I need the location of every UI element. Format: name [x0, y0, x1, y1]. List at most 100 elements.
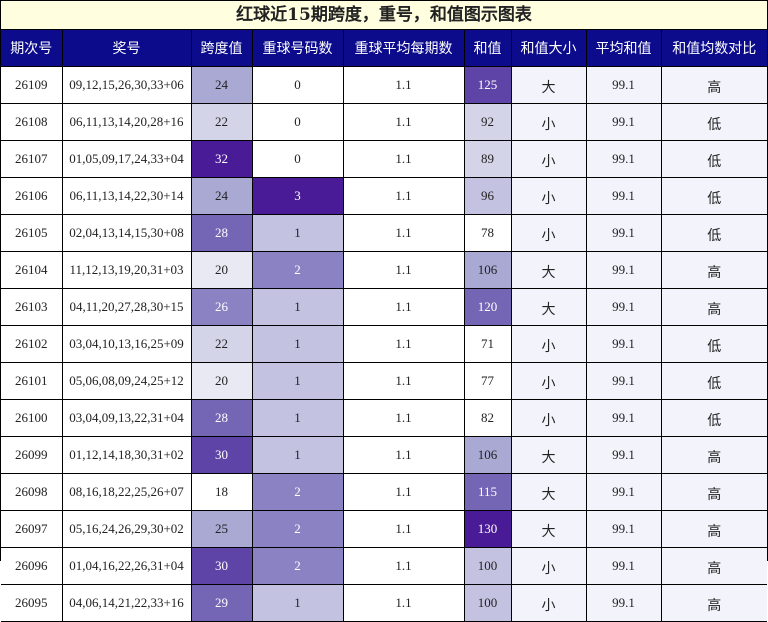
sum-cell: 89 — [463, 140, 512, 178]
period-cell: 26103 — [1, 288, 63, 326]
sum-size-cell: 小 — [510, 214, 587, 252]
span-cell: 28 — [190, 214, 253, 252]
repeat-avg-cell: 1.1 — [342, 547, 465, 585]
avg-sum-cell: 99.1 — [585, 584, 662, 622]
chart-title: 红球近15期跨度，重号，和值图示图表 — [1, 1, 767, 30]
numbers-cell: 02,04,13,14,15,30+08 — [61, 214, 192, 252]
compare-cell: 高 — [660, 547, 767, 585]
sum-size-cell: 小 — [510, 140, 587, 178]
sum-cell: 125 — [463, 66, 512, 104]
sum-cell: 71 — [463, 325, 512, 363]
repeat-cell: 1 — [251, 584, 344, 622]
numbers-cell: 04,11,20,27,28,30+15 — [61, 288, 192, 326]
repeat-cell: 0 — [251, 66, 344, 104]
repeat-avg-cell: 1.1 — [342, 288, 465, 326]
avg-sum-cell: 99.1 — [585, 214, 662, 252]
avg-sum-cell: 99.1 — [585, 510, 662, 548]
table-row: 26096 01,04,16,22,26,31+04 30 2 1.1 100 小 99.1 高 — [1, 547, 767, 585]
avg-sum-cell: 99.1 — [585, 547, 662, 585]
avg-sum-cell: 99.1 — [585, 66, 662, 104]
period-cell: 26107 — [1, 140, 63, 178]
avg-sum-cell: 99.1 — [585, 103, 662, 141]
span-cell: 20 — [190, 251, 253, 289]
period-cell: 26099 — [1, 436, 63, 474]
sum-cell: 100 — [463, 547, 512, 585]
repeat-avg-cell: 1.1 — [342, 214, 465, 252]
avg-sum-cell: 99.1 — [585, 325, 662, 363]
repeat-cell: 2 — [251, 251, 344, 289]
avg-sum-cell: 99.1 — [585, 399, 662, 437]
period-cell: 26101 — [1, 362, 63, 400]
table-row: 26095 04,06,14,21,22,33+16 29 1 1.1 100 小 99.1 高 — [1, 584, 767, 622]
numbers-cell: 03,04,10,13,16,25+09 — [61, 325, 192, 363]
sum-cell: 130 — [463, 510, 512, 548]
header-compare: 和值均数对比 — [660, 30, 767, 67]
repeat-cell: 0 — [251, 140, 344, 178]
compare-cell: 高 — [660, 473, 767, 511]
avg-sum-cell: 99.1 — [585, 177, 662, 215]
span-cell: 18 — [190, 473, 253, 511]
table-row: 26102 03,04,10,13,16,25+09 22 1 1.1 71 小 99.1 低 — [1, 325, 767, 363]
compare-cell: 低 — [660, 214, 767, 252]
header-span: 跨度值 — [190, 30, 253, 67]
repeat-avg-cell: 1.1 — [342, 103, 465, 141]
compare-cell: 低 — [660, 103, 767, 141]
period-cell: 26098 — [1, 473, 63, 511]
span-cell: 24 — [190, 66, 253, 104]
sum-size-cell: 小 — [510, 584, 587, 622]
numbers-cell: 05,06,08,09,24,25+12 — [61, 362, 192, 400]
repeat-cell: 2 — [251, 510, 344, 548]
compare-cell: 高 — [660, 584, 767, 622]
compare-cell: 高 — [660, 66, 767, 104]
span-cell: 25 — [190, 510, 253, 548]
draw-table: 期次号 奖号 跨度值 重球号码数 重球平均每期数 和值 和值大小 平均和值 和值… — [1, 30, 767, 622]
sum-cell: 100 — [463, 584, 512, 622]
header-avg-sum: 平均和值 — [585, 30, 662, 67]
span-cell: 32 — [190, 140, 253, 178]
numbers-cell: 09,12,15,26,30,33+06 — [61, 66, 192, 104]
sum-size-cell: 小 — [510, 325, 587, 363]
period-cell: 26104 — [1, 251, 63, 289]
period-cell: 26108 — [1, 103, 63, 141]
repeat-avg-cell: 1.1 — [342, 140, 465, 178]
repeat-avg-cell: 1.1 — [342, 436, 465, 474]
repeat-avg-cell: 1.1 — [342, 362, 465, 400]
span-cell: 26 — [190, 288, 253, 326]
repeat-avg-cell: 1.1 — [342, 177, 465, 215]
sum-cell: 82 — [463, 399, 512, 437]
sum-size-cell: 小 — [510, 399, 587, 437]
repeat-cell: 2 — [251, 473, 344, 511]
numbers-cell: 01,04,16,22,26,31+04 — [61, 547, 192, 585]
header-row: 期次号 奖号 跨度值 重球号码数 重球平均每期数 和值 和值大小 平均和值 和值… — [1, 30, 767, 67]
span-cell: 24 — [190, 177, 253, 215]
span-cell: 22 — [190, 325, 253, 363]
period-cell: 26105 — [1, 214, 63, 252]
compare-cell: 高 — [660, 436, 767, 474]
numbers-cell: 06,11,13,14,22,30+14 — [61, 177, 192, 215]
avg-sum-cell: 99.1 — [585, 140, 662, 178]
period-cell: 26109 — [1, 66, 63, 104]
table-row: 26108 06,11,13,14,20,28+16 22 0 1.1 92 小 99.1 低 — [1, 103, 767, 141]
span-cell: 22 — [190, 103, 253, 141]
repeat-avg-cell: 1.1 — [342, 473, 465, 511]
sum-size-cell: 小 — [510, 547, 587, 585]
period-cell: 26097 — [1, 510, 63, 548]
lottery-chart-panel: 红球近15期跨度，重号，和值图示图表 期次号 奖号 跨度值 重球号码数 重球平均… — [0, 0, 768, 622]
compare-cell: 低 — [660, 177, 767, 215]
header-repeat: 重球号码数 — [251, 30, 344, 67]
period-cell: 26100 — [1, 399, 63, 437]
table-row: 26103 04,11,20,27,28,30+15 26 1 1.1 120 大 99.1 高 — [1, 288, 767, 326]
compare-cell: 低 — [660, 399, 767, 437]
table-row: 26099 01,12,14,18,30,31+02 30 1 1.1 106 大 99.1 高 — [1, 436, 767, 474]
period-cell: 26095 — [1, 584, 63, 622]
compare-cell: 低 — [660, 362, 767, 400]
sum-size-cell: 大 — [510, 436, 587, 474]
sum-cell: 120 — [463, 288, 512, 326]
repeat-cell: 1 — [251, 325, 344, 363]
header-sum: 和值 — [463, 30, 512, 67]
repeat-cell: 3 — [251, 177, 344, 215]
sum-size-cell: 大 — [510, 288, 587, 326]
numbers-cell: 05,16,24,26,29,30+02 — [61, 510, 192, 548]
sum-cell: 92 — [463, 103, 512, 141]
span-cell: 20 — [190, 362, 253, 400]
